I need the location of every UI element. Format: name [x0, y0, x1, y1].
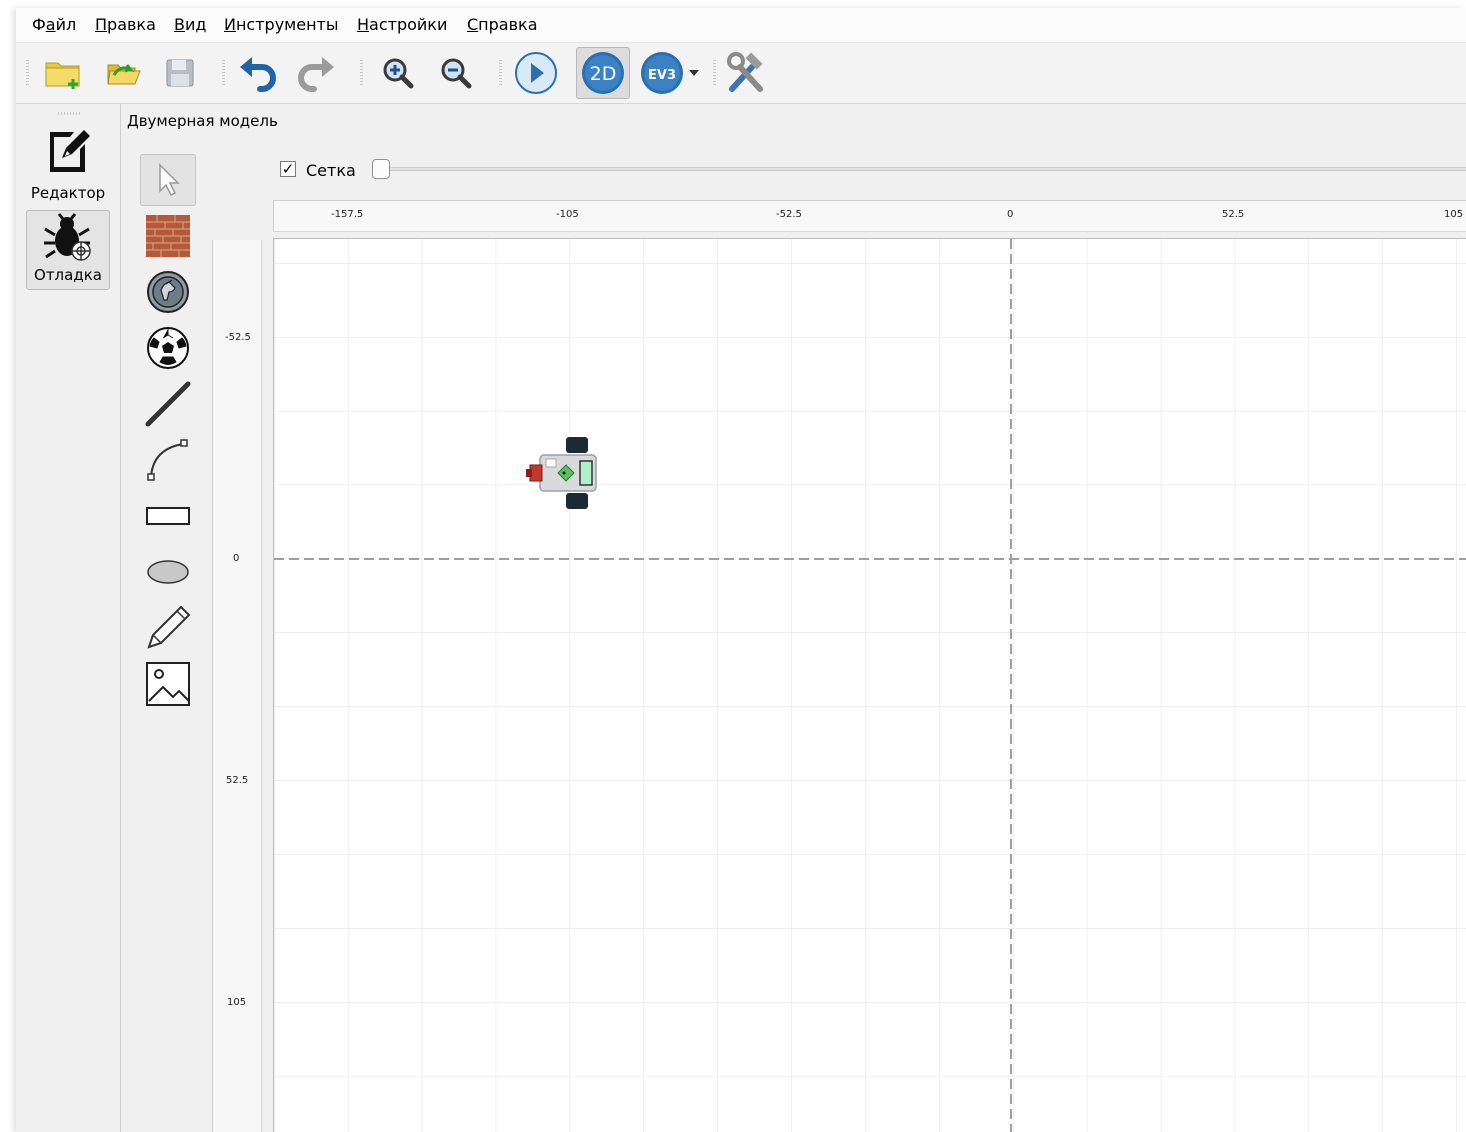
ruler-tick-label: -52.5: [776, 209, 802, 220]
line-tool[interactable]: [140, 378, 196, 430]
settings-tools-icon: [727, 52, 763, 92]
image-tool[interactable]: [140, 658, 196, 710]
menu-view[interactable]: Вид: [174, 16, 206, 34]
pointer-tool[interactable]: [140, 154, 196, 206]
wall-tool[interactable]: [140, 210, 196, 262]
bezier-curve-tool[interactable]: [140, 434, 196, 486]
ruler-tick-label: -105: [556, 209, 579, 220]
editor-mode-button[interactable]: Редактор: [26, 122, 110, 202]
toolbar-grip: [713, 60, 716, 86]
pencil-tool[interactable]: [140, 602, 196, 654]
ellipse-tool[interactable]: [140, 546, 196, 598]
editor-mode-label: Редактор: [30, 184, 106, 202]
zoom-out-icon: [441, 58, 472, 89]
toolbar-grip[interactable]: [26, 60, 29, 86]
ruler-tick-label: 52.5: [226, 775, 249, 786]
tool-palette: [136, 148, 202, 1132]
grid-controls: ✓ Сетка: [280, 159, 1466, 181]
menu-edit[interactable]: Правка: [95, 16, 156, 34]
ruler-tick-label: 105: [227, 997, 247, 1008]
ev3-dropdown-button[interactable]: [684, 51, 704, 95]
bug-icon: [44, 213, 91, 261]
robot-icon[interactable]: [524, 433, 604, 513]
main-window: Файл Правка Вид Инструменты Настройки Сп…: [16, 8, 1466, 1132]
ball-icon: [147, 327, 189, 369]
grid: [274, 239, 1466, 1132]
scene-canvas[interactable]: [273, 238, 1466, 1132]
bezier-curve-icon: [147, 439, 188, 481]
chevron-down-icon: [689, 70, 699, 76]
open-button[interactable]: [100, 51, 144, 95]
ev3-icon: EV3: [641, 52, 683, 94]
ruler-tick-label: -157.5: [331, 209, 364, 220]
ruler-tick-label: 52.5: [1222, 209, 1245, 220]
undo-button[interactable]: [236, 51, 280, 95]
skittle-tool[interactable]: [140, 266, 196, 318]
redo-icon: [298, 57, 334, 92]
zoom-in-button[interactable]: [376, 51, 420, 95]
2d-model-icon: 2D: [582, 52, 624, 94]
image-icon: [146, 662, 190, 706]
run-button[interactable]: [514, 51, 558, 95]
grid-checkbox[interactable]: ✓: [280, 161, 296, 177]
toolbar-grip: [499, 60, 502, 86]
settings-tools-button[interactable]: [724, 51, 768, 95]
edit-icon: [50, 130, 90, 172]
toolbar-grip: [360, 60, 363, 86]
grid-size-slider-handle[interactable]: [372, 159, 390, 179]
ruler-tick-label: -52.5: [225, 332, 251, 343]
svg-text:2D: 2D: [590, 63, 617, 85]
horizontal-ruler: -157.5 -105 -52.5 0 52.5 105: [273, 200, 1466, 232]
toolbar: 2D EV3: [16, 43, 1466, 104]
2d-model-button[interactable]: 2D: [576, 47, 630, 99]
dock-grip[interactable]: [58, 112, 80, 115]
mode-selector: Редактор Отладка: [16, 104, 121, 1132]
ellipse-icon: [147, 560, 189, 584]
new-project-icon: [45, 62, 80, 89]
ruler-tick-label: 0: [1007, 209, 1014, 220]
pointer-icon: [159, 163, 180, 197]
grid-label: Сетка: [306, 161, 356, 180]
svg-text:EV3: EV3: [648, 68, 676, 83]
new-project-button[interactable]: [42, 51, 86, 95]
menu-help[interactable]: Справка: [467, 16, 538, 34]
rectangle-tool[interactable]: [140, 490, 196, 542]
menu-settings[interactable]: Настройки: [357, 16, 447, 34]
redo-button[interactable]: [294, 51, 338, 95]
vertical-ruler: -52.5 0 52.5 105: [212, 240, 262, 1132]
line-icon: [145, 381, 191, 427]
zoom-out-button[interactable]: [434, 51, 478, 95]
save-icon: [166, 59, 194, 87]
ev3-button[interactable]: EV3: [640, 51, 684, 95]
run-icon: [515, 52, 557, 94]
ball-tool[interactable]: [140, 322, 196, 374]
menu-tools[interactable]: Инструменты: [224, 16, 339, 34]
toolbar-grip: [222, 60, 225, 86]
undo-icon: [240, 57, 276, 92]
debug-mode-label: Отладка: [34, 266, 102, 284]
debug-mode-button[interactable]: Отладка: [26, 210, 110, 290]
menu-file[interactable]: Файл: [32, 16, 76, 34]
rectangle-icon: [146, 507, 190, 525]
ruler-tick-label: 0: [233, 553, 240, 564]
zoom-in-icon: [383, 58, 414, 89]
page-title: Двумерная модель: [127, 112, 278, 130]
ruler-tick-label: 105: [1444, 209, 1464, 220]
menu-bar: Файл Правка Вид Инструменты Настройки Сп…: [16, 8, 1466, 43]
grid-size-slider[interactable]: [380, 167, 1466, 171]
open-icon: [107, 64, 141, 85]
pencil-icon: [147, 605, 191, 649]
save-button[interactable]: [158, 51, 202, 95]
skittle-icon: [147, 271, 189, 313]
wall-icon: [146, 215, 190, 257]
